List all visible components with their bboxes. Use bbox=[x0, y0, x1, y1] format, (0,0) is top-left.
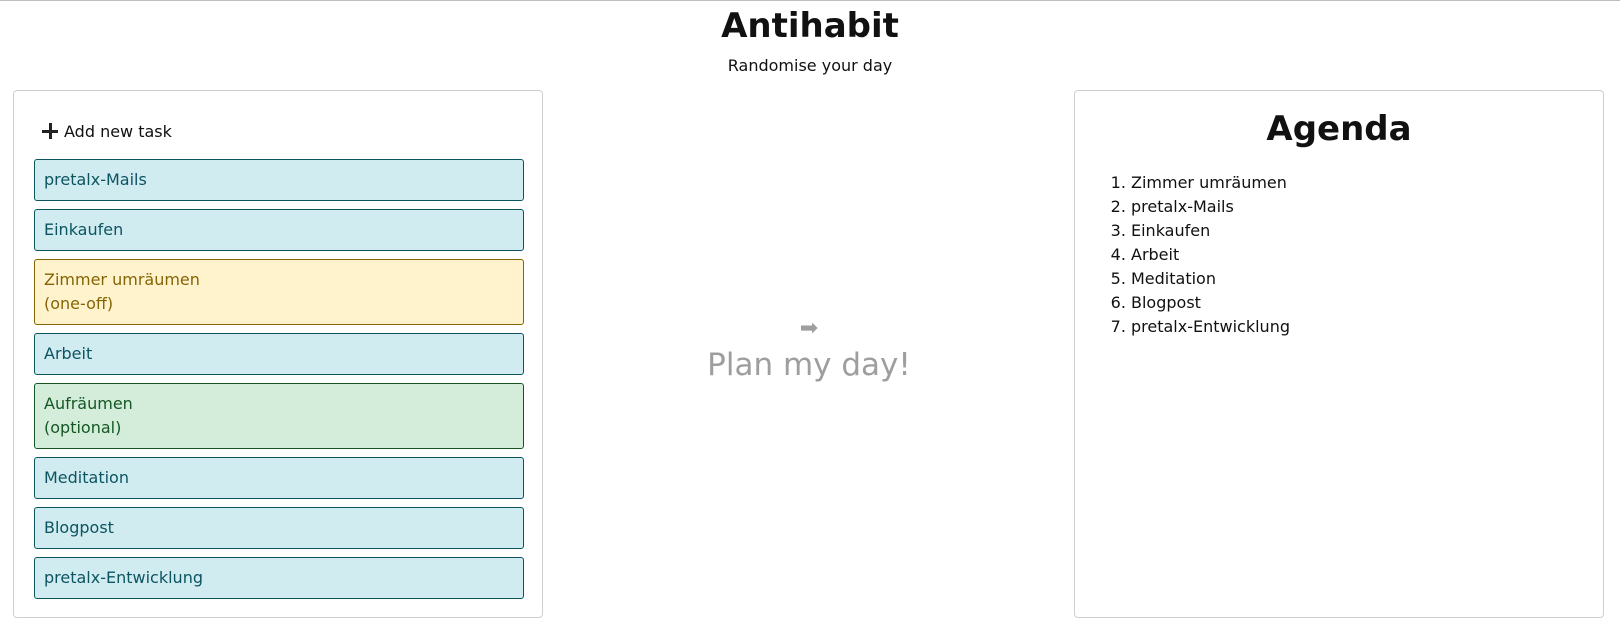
agenda-item: Arbeit bbox=[1131, 243, 1290, 267]
task-label: Meditation bbox=[44, 468, 129, 487]
agenda-title: Agenda bbox=[1266, 109, 1412, 149]
page-header: Antihabit Randomise your day bbox=[0, 6, 1620, 76]
task-note: (optional) bbox=[44, 418, 122, 437]
task-label: Arbeit bbox=[44, 344, 93, 363]
plan-label: Plan my day! bbox=[707, 347, 911, 383]
task-item[interactable]: Arbeit bbox=[34, 333, 524, 375]
task-note: (one-off) bbox=[44, 294, 114, 313]
task-item[interactable]: Meditation bbox=[34, 457, 524, 499]
tasks-panel: Add new task pretalx-Mails Einkaufen Zim… bbox=[13, 90, 543, 618]
task-item[interactable]: Blogpost bbox=[34, 507, 524, 549]
agenda-panel: Agenda Zimmer umräumen pretalx-Mails Ein… bbox=[1074, 90, 1604, 618]
task-item[interactable]: pretalx-Entwicklung bbox=[34, 557, 524, 599]
agenda-item: Blogpost bbox=[1131, 291, 1290, 315]
add-task-label: Add new task bbox=[64, 121, 172, 141]
agenda-item: pretalx-Mails bbox=[1131, 195, 1290, 219]
task-label: pretalx-Entwicklung bbox=[44, 568, 203, 587]
task-item-optional[interactable]: Aufräumen (optional) bbox=[34, 383, 524, 449]
task-label: Blogpost bbox=[44, 518, 114, 537]
task-item[interactable]: pretalx-Mails bbox=[34, 159, 524, 201]
task-label: Aufräumen bbox=[44, 394, 133, 413]
plan-my-day-button[interactable]: ➡ Plan my day! bbox=[700, 316, 918, 384]
agenda-list: Zimmer umräumen pretalx-Mails Einkaufen … bbox=[1075, 171, 1290, 339]
arrow-right-icon: ➡ bbox=[799, 316, 819, 341]
task-label: Einkaufen bbox=[44, 220, 124, 239]
task-list: pretalx-Mails Einkaufen Zimmer umräumen … bbox=[34, 159, 524, 607]
plus-icon bbox=[42, 123, 58, 139]
app-title: Antihabit bbox=[721, 6, 899, 46]
task-item-one-off[interactable]: Zimmer umräumen (one-off) bbox=[34, 259, 524, 325]
agenda-item: Einkaufen bbox=[1131, 219, 1290, 243]
top-divider bbox=[0, 0, 1620, 1]
app-subtitle: Randomise your day bbox=[727, 56, 893, 75]
agenda-item: Meditation bbox=[1131, 267, 1290, 291]
add-task-button[interactable]: Add new task bbox=[42, 119, 172, 143]
agenda-item: pretalx-Entwicklung bbox=[1131, 315, 1290, 339]
task-label: Zimmer umräumen bbox=[44, 270, 200, 289]
agenda-item: Zimmer umräumen bbox=[1131, 171, 1290, 195]
task-item[interactable]: Einkaufen bbox=[34, 209, 524, 251]
task-label: pretalx-Mails bbox=[44, 170, 147, 189]
